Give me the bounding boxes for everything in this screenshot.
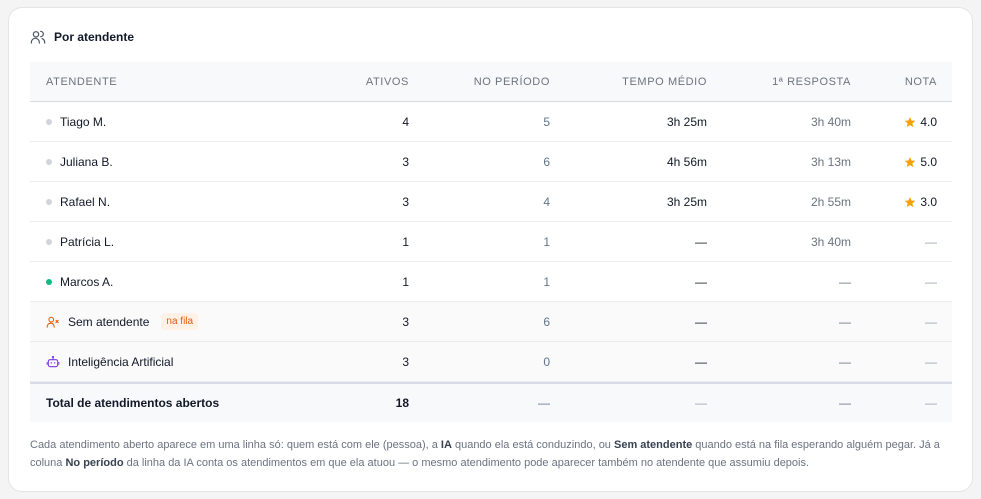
table-header: ATENDENTE ATIVOS NO PERÍODO TEMPO MÉDIO … [30,62,952,102]
total-ativos: 18 [395,396,409,410]
ativos-value: 3 [402,354,409,369]
periodo-value: 4 [543,194,550,209]
periodo-value: 6 [543,154,550,169]
status-dot [46,198,52,205]
table-row-total: Total de atendimentos abertos 18 — — — — [30,382,952,422]
status-dot-online [46,278,52,285]
total-resposta: — [839,396,851,410]
nota-value: — [925,354,937,369]
periodo-value: 1 [543,274,550,289]
attendant-name: Rafael N. [60,194,111,209]
bot-icon [46,355,60,367]
tempo-value: — [695,354,707,369]
attendant-card: Por atendente ATENDENTE ATIVOS NO PERÍOD… [8,7,973,492]
user-x-icon [46,316,59,328]
nota-value: 4.0 [920,114,937,129]
queue-badge: na fila [161,313,199,330]
resposta-value: 2h 55m [810,194,851,209]
resposta-value: 3h 13m [810,154,851,169]
total-label: Total de atendimentos abertos [46,396,220,410]
nota-value: — [925,234,937,249]
periodo-value: 0 [543,354,550,369]
ativos-value: 1 [402,234,409,249]
table-row-ai[interactable]: Inteligência Artificial 3 0 — — — [30,342,952,382]
star-icon [905,156,916,167]
tempo-value: 4h 56m [666,154,707,169]
table-row-unassigned[interactable]: Sem atendente na fila 3 6 — — — [30,302,952,342]
card-header: Por atendente [30,29,134,45]
total-nota: — [925,396,937,410]
attendant-table: ATENDENTE ATIVOS NO PERÍODO TEMPO MÉDIO … [30,62,952,422]
tempo-value: — [695,314,707,329]
ativos-value: 3 [402,154,409,169]
ativos-value: 3 [402,314,409,329]
attendant-name: Sem atendente [68,314,150,329]
attendant-name: Patrícia L. [60,234,115,249]
ativos-value: 3 [402,194,409,209]
col-atendente[interactable]: ATENDENTE [30,76,290,88]
col-nota[interactable]: NOTA [851,76,937,88]
tempo-value: — [695,274,707,289]
nota-value: — [925,274,937,289]
users-icon [30,30,46,44]
resposta-value: 3h 40m [810,234,851,249]
periodo-value: 5 [543,114,550,129]
attendant-name: Juliana B. [60,154,113,169]
table-row[interactable]: Tiago M. 4 5 3h 25m 3h 40m 4.0 [30,102,952,142]
star-icon [905,196,916,207]
table-row[interactable]: Marcos A. 1 1 — — — [30,262,952,302]
col-periodo[interactable]: NO PERÍODO [409,76,550,88]
status-dot [46,238,52,245]
table-row[interactable]: Patrícia L. 1 1 — 3h 40m — [30,222,952,262]
ativos-value: 1 [402,274,409,289]
total-periodo: — [538,396,550,410]
status-dot [46,158,52,165]
nota-value: 3.0 [920,194,937,209]
attendant-name: Tiago M. [60,114,107,129]
resposta-value: — [839,354,851,369]
attendant-name: Marcos A. [60,274,114,289]
periodo-value: 1 [543,234,550,249]
card-title: Por atendente [54,30,135,44]
ativos-value: 4 [402,114,409,129]
total-tempo: — [695,396,707,410]
col-primeira-resposta[interactable]: 1ª RESPOSTA [707,76,851,88]
tempo-value: 3h 25m [666,194,707,209]
periodo-value: 6 [543,314,550,329]
resposta-value: — [839,314,851,329]
col-ativos[interactable]: ATIVOS [290,76,409,88]
nota-value: 5.0 [920,154,937,169]
status-dot [46,118,52,125]
tempo-value: 3h 25m [666,114,707,129]
table-row[interactable]: Juliana B. 3 6 4h 56m 3h 13m 5.0 [30,142,952,182]
tempo-value: — [695,234,707,249]
col-tempo-medio[interactable]: TEMPO MÉDIO [550,76,707,88]
attendant-name: Inteligência Artificial [68,354,174,369]
resposta-value: 3h 40m [810,114,851,129]
nota-value: — [925,314,937,329]
table-row[interactable]: Rafael N. 3 4 3h 25m 2h 55m 3.0 [30,182,952,222]
resposta-value: — [839,274,851,289]
footnote: Cada atendimento aberto aparece em uma l… [30,439,940,469]
star-icon [905,116,916,127]
